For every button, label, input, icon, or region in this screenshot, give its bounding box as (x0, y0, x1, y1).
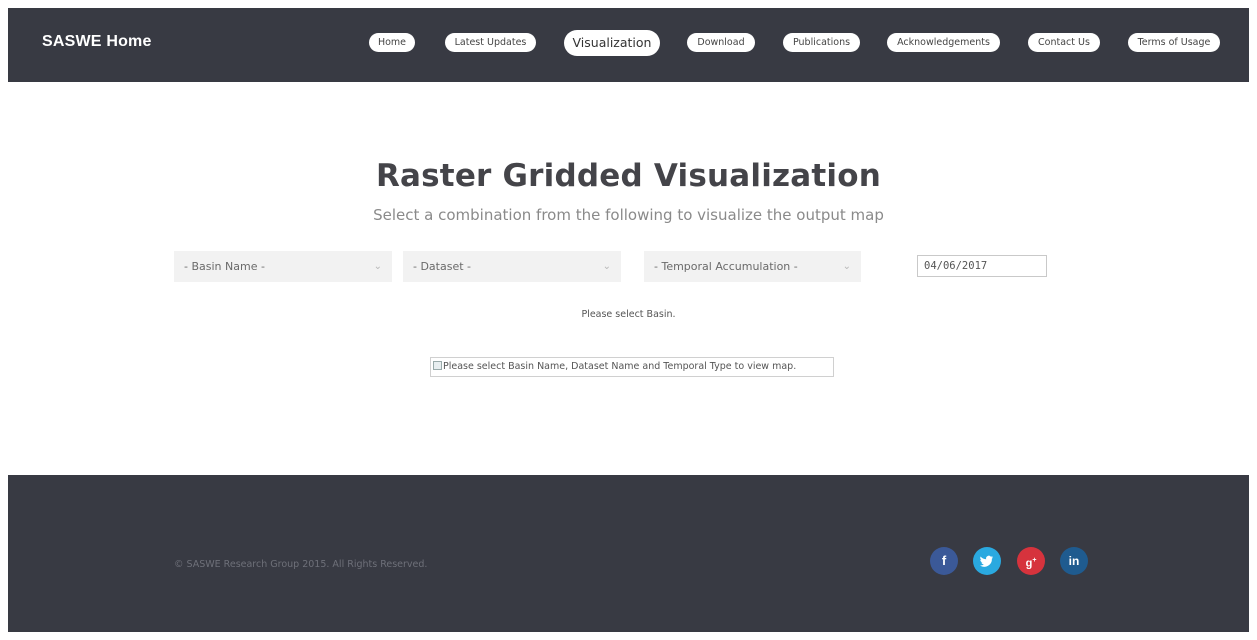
chevron-down-icon: ⌄ (842, 261, 851, 272)
nav-download[interactable]: Download (687, 33, 755, 52)
nav-contact-us[interactable]: Contact Us (1028, 33, 1100, 52)
nav-visualization[interactable]: Visualization (564, 30, 660, 56)
google-plus-icon[interactable]: g+ (1017, 547, 1045, 575)
copyright-text: © SASWE Research Group 2015. All Rights … (174, 559, 428, 570)
date-input[interactable]: 04/06/2017 (917, 255, 1047, 277)
page-frame: SASWE Home Home Latest Updates Visualiza… (8, 8, 1249, 632)
nav-home[interactable]: Home (369, 33, 415, 52)
top-navbar: SASWE Home Home Latest Updates Visualiza… (8, 8, 1249, 82)
dataset-select[interactable]: - Dataset - ⌄ (403, 251, 621, 282)
nav-acknowledgements[interactable]: Acknowledgements (887, 33, 1000, 52)
nav-latest-updates[interactable]: Latest Updates (445, 33, 536, 52)
dataset-select-value: - Dataset - (413, 260, 472, 273)
chevron-down-icon: ⌄ (373, 261, 382, 272)
temporal-accumulation-select[interactable]: - Temporal Accumulation - ⌄ (644, 251, 861, 282)
twitter-icon[interactable] (973, 547, 1001, 575)
basin-name-select-value: - Basin Name - (184, 260, 265, 273)
chevron-down-icon: ⌄ (602, 261, 611, 272)
page-subtitle: Select a combination from the following … (373, 206, 884, 224)
footer: © SASWE Research Group 2015. All Rights … (8, 475, 1249, 632)
twitter-bird-glyph (980, 555, 993, 567)
broken-image-icon (433, 361, 442, 370)
nav-terms-of-usage[interactable]: Terms of Usage (1128, 33, 1220, 52)
linkedin-icon[interactable]: in (1060, 547, 1088, 575)
map-image-placeholder: Please select Basin Name, Dataset Name a… (430, 357, 834, 377)
brand-link[interactable]: SASWE Home (42, 33, 152, 51)
status-message: Please select Basin. (581, 309, 676, 320)
temporal-accumulation-select-value: - Temporal Accumulation - (654, 260, 798, 273)
basin-name-select[interactable]: - Basin Name - ⌄ (174, 251, 392, 282)
map-alt-text: Please select Basin Name, Dataset Name a… (443, 361, 797, 372)
facebook-icon[interactable]: f (930, 547, 958, 575)
page-title: Raster Gridded Visualization (375, 158, 882, 194)
nav-publications[interactable]: Publications (783, 33, 860, 52)
